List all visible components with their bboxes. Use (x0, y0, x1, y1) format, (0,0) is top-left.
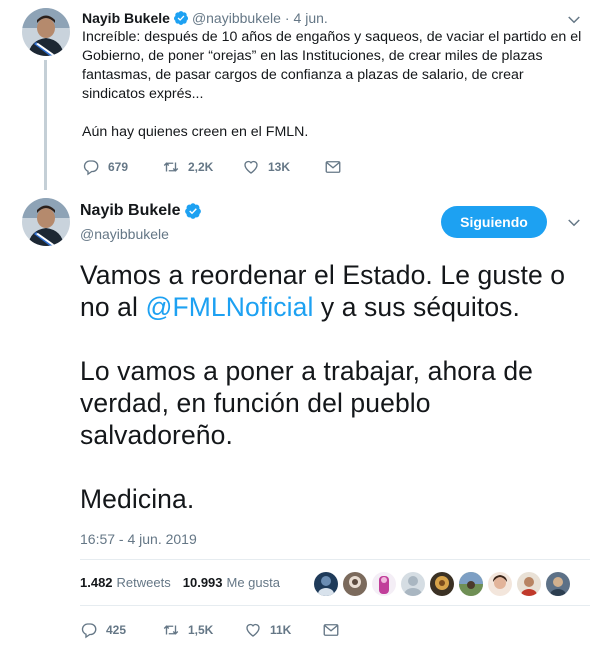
liker-avatar[interactable] (314, 572, 338, 596)
like-icon (244, 621, 262, 639)
parent-text-line: sindicatos exprés... (82, 86, 204, 102)
retweets-stat[interactable]: 1.482 Retweets (80, 575, 171, 590)
main-text-line: Medicina. (80, 484, 195, 514)
divider (80, 605, 590, 606)
liker-avatar[interactable] (430, 572, 454, 596)
main-text-line: verdad, en función del pueblo (80, 388, 431, 418)
direct-message-icon (322, 621, 340, 639)
like-count: 13K (268, 160, 291, 174)
parent-date[interactable]: 4 jun. (294, 9, 328, 27)
main-avatar[interactable] (22, 198, 70, 246)
retweet-count: 2,2K (188, 160, 214, 174)
parent-author-handle[interactable]: @nayibbukele (192, 9, 281, 27)
divider (80, 559, 590, 560)
main-actions: 425 1,5K 11K (80, 621, 340, 639)
parent-tweet-text: Increíble: después de 10 años de engaños… (82, 28, 587, 142)
likes-total: 10.993 (182, 575, 223, 590)
retweet-icon (162, 158, 180, 176)
liker-avatar[interactable] (401, 572, 425, 596)
parent-text-line: Aún hay quienes creen en el FMLN. (82, 124, 309, 140)
retweet-count: 1,5K (188, 623, 214, 637)
main-text-line: Lo vamos a poner a trabajar, ahora de (80, 356, 534, 386)
main-author-handle[interactable]: @nayibbukele (80, 226, 169, 242)
main-text-line: salvadoreño. (80, 420, 233, 450)
verified-badge-icon (184, 202, 202, 220)
verified-badge-icon (173, 10, 189, 26)
liker-avatar[interactable] (459, 572, 483, 596)
liker-avatars (314, 572, 575, 596)
parent-avatar[interactable] (22, 8, 70, 56)
thread-connector (44, 60, 47, 190)
mention-link[interactable]: @FMLNoficial (145, 292, 313, 322)
retweets-label: Retweets (116, 575, 171, 590)
reply-count: 425 (106, 623, 127, 637)
likes-label: Me gusta (226, 575, 280, 590)
like-icon (242, 158, 260, 176)
main-text-line: no al @FMLNoficial y a sus séquitos. (80, 291, 590, 323)
main-text-line: Vamos a reordenar el Estado. Le guste o (80, 260, 566, 290)
main-tweet-text: Vamos a reordenar el Estado. Le guste o … (80, 259, 590, 515)
retweets-total: 1.482 (80, 575, 113, 590)
parent-text-line: Gobierno, de poner “orejas” en las Insti… (82, 48, 543, 64)
text-segment: y a sus séquitos. (313, 292, 520, 322)
direct-message-button[interactable] (324, 158, 342, 176)
text-segment: no al (80, 292, 146, 322)
retweet-button[interactable]: 1,5K (162, 621, 244, 639)
parent-text-line: fantasmas, de pasar cargos de confianza … (82, 67, 524, 83)
engagement-stats: 1.482 Retweets 10.993 Me gusta (80, 575, 292, 590)
direct-message-icon (324, 158, 342, 176)
reply-icon (82, 158, 100, 176)
parent-header: Nayib Bukele @nayibbukele · 4 jun. (82, 9, 328, 27)
reply-count: 679 (108, 160, 129, 174)
chevron-down-icon[interactable] (565, 214, 583, 232)
header-separator: · (284, 10, 290, 26)
reply-button[interactable]: 679 (82, 158, 162, 176)
like-count: 11K (270, 623, 292, 637)
retweet-icon (162, 621, 180, 639)
likes-stat[interactable]: 10.993 Me gusta (183, 575, 280, 590)
liker-avatar[interactable] (372, 572, 396, 596)
direct-message-button[interactable] (322, 621, 340, 639)
parent-actions: 679 2,2K 13K (82, 158, 342, 176)
reply-icon (80, 621, 98, 639)
main-author-name[interactable]: Nayib Bukele (80, 202, 180, 220)
liker-avatar[interactable] (546, 572, 570, 596)
retweet-button[interactable]: 2,2K (162, 158, 242, 176)
like-button[interactable]: 11K (244, 621, 322, 639)
following-button[interactable]: Siguiendo (441, 206, 547, 238)
like-button[interactable]: 13K (242, 158, 324, 176)
liker-avatar[interactable] (517, 572, 541, 596)
parent-author-name[interactable]: Nayib Bukele (82, 9, 170, 27)
tweet-timestamp[interactable]: 16:57 - 4 jun. 2019 (80, 531, 197, 547)
liker-avatar[interactable] (488, 572, 512, 596)
main-author-name-row: Nayib Bukele (80, 202, 205, 220)
reply-button[interactable]: 425 (80, 621, 162, 639)
chevron-down-icon[interactable] (565, 11, 583, 29)
liker-avatar[interactable] (343, 572, 367, 596)
parent-text-line: Increíble: después de 10 años de engaños… (82, 29, 582, 45)
